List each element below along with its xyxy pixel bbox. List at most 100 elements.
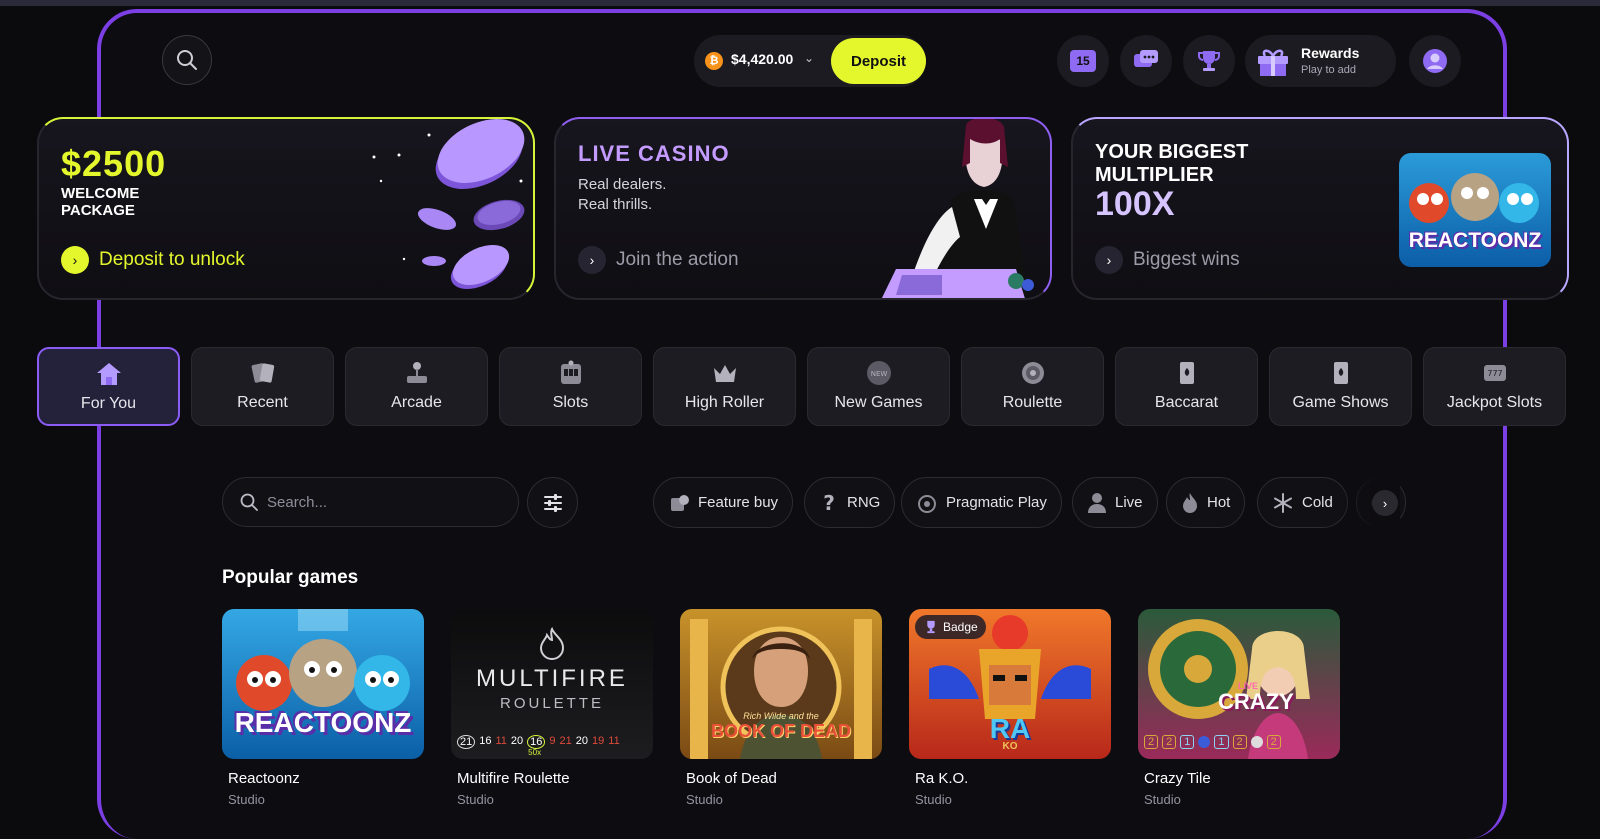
game-thumbnail[interactable]: REACTOONZ [222, 609, 424, 759]
person-icon [1088, 492, 1106, 513]
header-search-button[interactable] [162, 35, 212, 85]
welcome-amount: $2500 [61, 143, 167, 184]
pragmatic-play-icon [918, 494, 936, 513]
results-strip: 2 2 1 1 2 2 [1144, 735, 1281, 749]
filter-pragmatic-play[interactable]: Pragmatic Play [901, 477, 1062, 528]
home-icon [96, 363, 121, 385]
biggest-wins-link[interactable]: › Biggest wins [1095, 246, 1240, 274]
roulette-number: 16 [530, 736, 543, 748]
deposit-button[interactable]: Deposit [831, 38, 926, 84]
new-badge-icon: NEW [866, 361, 891, 385]
filter-hot[interactable]: Hot [1166, 477, 1246, 528]
game-name[interactable]: Ra K.O. [909, 770, 1111, 787]
live-casino-title: LIVE CASINO [578, 141, 730, 166]
roulette-number: 11 [608, 735, 620, 747]
category-label: New Games [834, 394, 923, 411]
game-thumbnail[interactable]: Rich Wilde and the BOOK OF DEAD [680, 609, 882, 759]
category-label: Recent [237, 394, 288, 411]
chip-label: Feature buy [698, 494, 779, 511]
chat-icon [1134, 50, 1158, 67]
roulette-number: 20 [575, 735, 589, 747]
search-icon [177, 50, 197, 70]
filter-cold[interactable]: Cold [1257, 477, 1348, 528]
category-baccarat[interactable]: Baccarat [1115, 347, 1258, 426]
game-name[interactable]: Book of Dead [680, 770, 882, 787]
result-tile-icon [1250, 736, 1263, 748]
game-card-book-of-dead[interactable]: Rich Wilde and the BOOK OF DEAD Book of … [680, 609, 882, 807]
result-tile: 1 [1180, 735, 1195, 749]
category-game-shows[interactable]: Game Shows [1269, 347, 1412, 426]
game-name[interactable]: Reactoonz [222, 770, 424, 787]
result-tile: 2 [1266, 735, 1281, 749]
category-arcade[interactable]: Arcade [345, 347, 488, 426]
svg-text:777: 777 [1487, 369, 1502, 378]
chevron-right-icon[interactable]: › [1372, 490, 1398, 516]
game-name[interactable]: Multifire Roulette [451, 770, 653, 787]
game-art-subtitle: Rich Wilde and the [743, 711, 819, 721]
chevron-right-icon: › [61, 246, 89, 274]
deposit-to-unlock-link[interactable]: › Deposit to unlock [61, 246, 245, 274]
category-high-roller[interactable]: High Roller [653, 347, 796, 426]
category-label: For You [80, 395, 137, 412]
live-casino-banner[interactable]: LIVE CASINO Real dealers. Real thrills. … [554, 117, 1052, 300]
result-tile-icon [1198, 736, 1211, 748]
svg-text:?: ? [823, 492, 835, 514]
chevron-down-icon[interactable]: ⌄ [804, 51, 814, 65]
roulette-number-multiplied: 16 50x [527, 735, 546, 757]
welcome-package-banner[interactable]: $2500 WELCOME PACKAGE › Deposit to unloc… [37, 117, 535, 300]
reactoonz-thumbnail[interactable]: REACTOONZ [1399, 153, 1551, 267]
popular-games-title: Popular games [222, 567, 359, 588]
leaderboard-button[interactable] [1183, 35, 1235, 87]
category-new-games[interactable]: NEW New Games [807, 347, 950, 426]
calendar-icon: 15 [1070, 50, 1096, 72]
cards-icon [251, 363, 274, 383]
jackpot-icon: 777 [1483, 365, 1506, 381]
game-art-subtitle: KO [1002, 741, 1018, 752]
game-thumbnail[interactable]: LIVE CRAZY 2 2 1 1 2 2 [1138, 609, 1340, 759]
category-recent[interactable]: Recent [191, 347, 334, 426]
profile-button[interactable] [1409, 35, 1461, 87]
multiplier-label: 50x [528, 748, 542, 757]
category-label: Baccarat [1154, 394, 1219, 411]
chevron-right-icon: › [578, 246, 606, 274]
trophy-icon [1198, 51, 1220, 71]
join-the-action-link[interactable]: › Join the action [578, 246, 739, 274]
slot-machine-icon [560, 360, 581, 384]
game-card-ra-ko[interactable]: Badge RA KO Ra K.O. Studio [909, 609, 1111, 807]
category-slots[interactable]: Slots [499, 347, 642, 426]
window-top-strip [0, 0, 1600, 6]
gift-icon [1258, 49, 1288, 76]
rewards-button[interactable]: Rewards Play to add [1245, 35, 1396, 87]
balance-amount[interactable]: $4,420.00 [731, 51, 793, 67]
multiplier-banner[interactable]: YOUR BIGGEST MULTIPLIER 100X › Biggest w… [1071, 117, 1569, 300]
game-thumbnail[interactable]: MULTIFIRE ROULETTE 21 16 11 20 16 50x 9 2… [451, 609, 653, 759]
welcome-subtitle: WELCOME PACKAGE [61, 185, 140, 219]
game-card-reactoonz[interactable]: REACTOONZ Reactoonz Studio [222, 609, 424, 807]
game-search-field[interactable] [222, 477, 519, 527]
category-roulette[interactable]: Roulette [961, 347, 1104, 426]
result-tile: 2 [1162, 735, 1177, 749]
game-card-crazy-tile[interactable]: LIVE CRAZY 2 2 1 1 2 2 Crazy Tile Studio [1138, 609, 1340, 807]
chat-button[interactable] [1120, 35, 1172, 87]
sliders-icon [543, 493, 562, 512]
svg-text:NEW: NEW [870, 370, 887, 378]
category-for-you[interactable]: For You [37, 347, 180, 426]
snowflake-icon [1274, 492, 1292, 513]
game-studio: Studio [686, 792, 723, 807]
game-name[interactable]: Crazy Tile [1138, 770, 1340, 787]
game-art-title: MULTIFIRE [476, 665, 628, 692]
game-thumbnail[interactable]: Badge RA KO [909, 609, 1111, 759]
filter-feature-buy[interactable]: Feature buy [653, 477, 794, 528]
filter-live[interactable]: Live [1072, 477, 1158, 528]
category-jackpot-slots[interactable]: 777 Jackpot Slots [1423, 347, 1566, 426]
chip-label: Pragmatic Play [946, 494, 1047, 511]
filter-settings-button[interactable] [527, 477, 578, 528]
feature-buy-icon [671, 494, 689, 511]
category-label: Jackpot Slots [1446, 394, 1543, 411]
calendar-button[interactable]: 15 [1057, 35, 1109, 87]
game-card-multifire-roulette[interactable]: MULTIFIRE ROULETTE 21 16 11 20 16 50x 9 2… [451, 609, 653, 807]
category-label: Game Shows [1292, 394, 1389, 411]
filter-rng[interactable]: ? RNG [804, 477, 896, 528]
search-input[interactable] [267, 493, 487, 511]
card-icon [1333, 362, 1348, 384]
